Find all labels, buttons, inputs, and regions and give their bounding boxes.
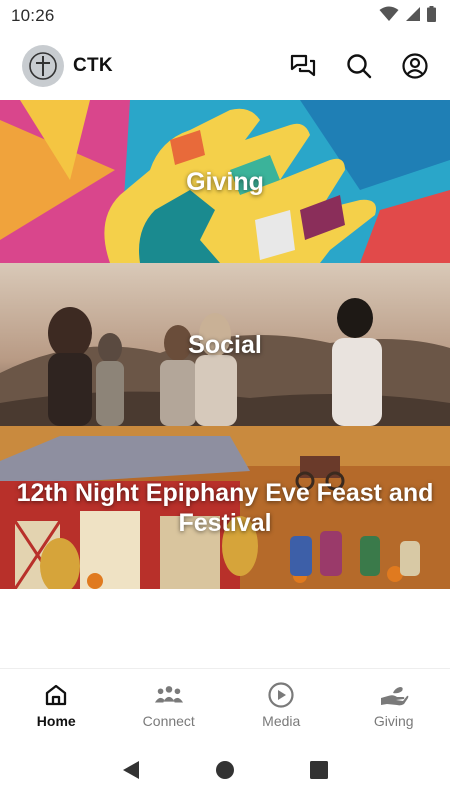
cell-signal-icon [405,6,421,27]
account-icon[interactable] [400,51,430,81]
app-header: CTK [0,32,450,100]
recents-square-icon[interactable] [304,755,334,785]
giving-hand-icon [379,681,409,709]
tile-title: Giving [186,167,264,196]
tile-title: 12th Night Epiphany Eve Feast and Festiv… [16,478,434,537]
search-icon[interactable] [344,51,374,81]
nav-label: Media [262,712,301,729]
wifi-icon [379,6,399,27]
nav-giving[interactable]: Giving [338,669,450,740]
nav-label: Home [36,712,76,729]
status-icons [379,5,436,27]
back-icon[interactable] [116,755,146,785]
header-actions [288,51,430,81]
nav-media[interactable]: Media [225,669,338,740]
bottom-nav: Home Connect Media Giving [0,668,450,740]
content-tiles: Giving Social 12th Night Epiphany Eve Fe… [0,100,450,589]
home-circle-icon[interactable] [210,755,240,785]
nav-label: Giving [373,712,414,729]
app-name: CTK [73,55,113,76]
tile-social[interactable]: Social [0,263,450,426]
cross-logo-icon[interactable] [22,45,64,87]
battery-icon [427,5,436,27]
status-time: 10:26 [11,6,55,25]
tile-title: Social [188,330,262,359]
status-bar: 10:26 [0,0,450,32]
nav-label: Connect [142,712,195,729]
people-group-icon [154,681,184,709]
chat-icon[interactable] [288,51,318,81]
tile-epiphany-feast[interactable]: 12th Night Epiphany Eve Feast and Festiv… [0,426,450,589]
play-circle-icon [266,681,296,709]
nav-home[interactable]: Home [0,669,113,740]
system-nav-bar [0,740,450,800]
tile-giving[interactable]: Giving [0,100,450,263]
home-icon [41,681,71,709]
nav-connect[interactable]: Connect [113,669,226,740]
